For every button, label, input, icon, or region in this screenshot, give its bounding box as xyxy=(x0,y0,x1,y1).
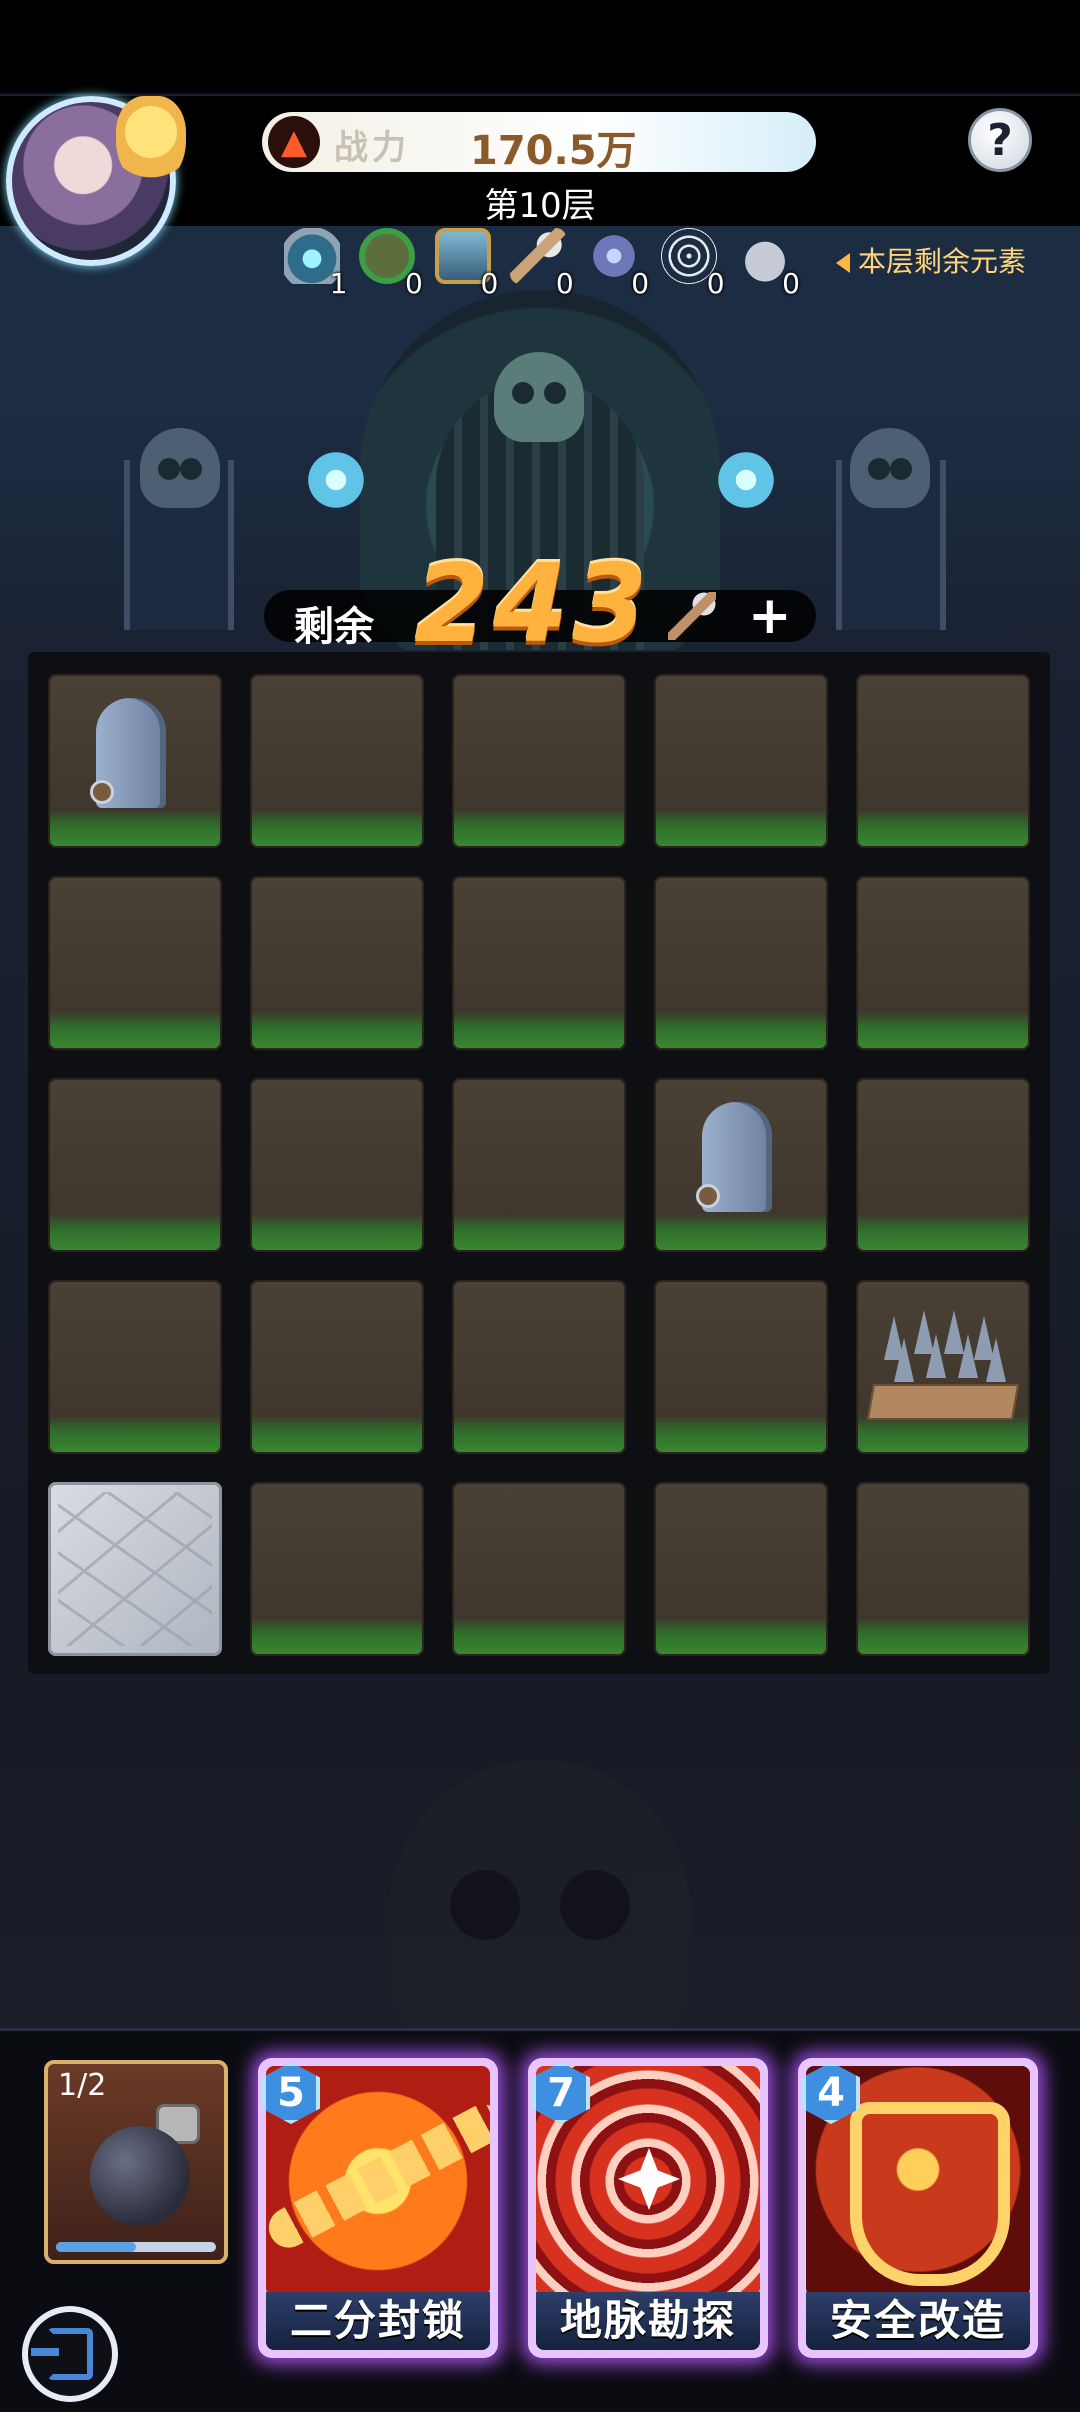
grid-tile-dirt[interactable] xyxy=(452,1280,626,1454)
remaining-elements-text: 本层剩余元素 xyxy=(858,245,1027,278)
remaining-label: 剩余 xyxy=(294,604,374,650)
bomb-icon xyxy=(90,2126,190,2226)
remaining-elements-label[interactable]: 本层剩余元素 xyxy=(836,240,1026,280)
element-rock[interactable]: 0 xyxy=(731,224,806,300)
add-pickaxe-button[interactable]: + xyxy=(748,586,792,646)
grid-tile-dirt[interactable] xyxy=(48,1280,222,1454)
grid-tile-dirt[interactable] xyxy=(48,876,222,1050)
skill-name: 二分封锁 xyxy=(266,2292,490,2350)
element-locked-chest[interactable]: 0 xyxy=(429,224,504,300)
bomb-progress-bar xyxy=(56,2242,216,2252)
grid-tile-stone[interactable] xyxy=(48,1482,222,1656)
grid-tile-dirt[interactable] xyxy=(856,1078,1030,1252)
floor-elements: 1 0 0 0 0 0 0 xyxy=(278,224,806,300)
grid-tile-dirt[interactable] xyxy=(654,1280,828,1454)
grid-tile-dirt[interactable] xyxy=(250,1482,424,1656)
grid-tile-dirt[interactable] xyxy=(250,876,424,1050)
exit-door-icon xyxy=(31,2328,93,2380)
spike-trap-icon xyxy=(866,1310,1020,1420)
remaining-value: 243 xyxy=(414,542,652,667)
bomb-progress-fill xyxy=(56,2242,136,2252)
grid-tile-dirt[interactable] xyxy=(452,674,626,848)
remaining-counter: 剩余 243 + xyxy=(264,542,816,667)
grid-tile-dirt[interactable] xyxy=(250,674,424,848)
floor-title: 第10层 xyxy=(484,186,596,226)
dig-grid xyxy=(28,652,1050,1674)
grid-tile-dirt[interactable] xyxy=(654,674,828,848)
grid-tile-dirt[interactable] xyxy=(856,674,1030,848)
element-count: 1 xyxy=(329,267,348,300)
exit-button[interactable] xyxy=(22,2306,118,2402)
tombstone-icon xyxy=(696,1102,772,1212)
grid-tile-tombstone[interactable] xyxy=(654,1078,828,1252)
grid-tile-dirt[interactable] xyxy=(654,876,828,1050)
grid-tile-dirt[interactable] xyxy=(250,1280,424,1454)
combat-power-bar: ▲ 战力 170.5万 xyxy=(262,112,816,174)
grid-tile-tombstone[interactable] xyxy=(48,674,222,848)
background-skull xyxy=(390,1760,690,2060)
tombstone-icon xyxy=(90,698,166,808)
element-count: 0 xyxy=(782,267,800,300)
element-portal[interactable]: 1 xyxy=(278,224,353,300)
skull-ornament-left xyxy=(140,428,220,508)
element-count: 0 xyxy=(480,267,499,300)
grid-tile-dirt[interactable] xyxy=(452,1482,626,1656)
grid-tile-dirt[interactable] xyxy=(856,876,1030,1050)
power-value: 170.5万 xyxy=(470,128,637,174)
grid-tile-dirt[interactable] xyxy=(654,1482,828,1656)
element-ban[interactable]: 0 xyxy=(353,224,428,300)
skill-name: 安全改造 xyxy=(806,2292,1030,2350)
torch-left xyxy=(296,450,376,510)
avatar-pet xyxy=(116,96,186,186)
bomb-item-card[interactable]: 1/2 xyxy=(44,2060,228,2264)
skill-card-safe-rebuild[interactable]: 4 安全改造 xyxy=(798,2058,1038,2358)
power-label: 战力 xyxy=(334,128,410,168)
element-shield-badge[interactable]: 0 xyxy=(580,224,655,300)
grid-tile-spikes[interactable] xyxy=(856,1280,1030,1454)
element-pickaxe[interactable]: 0 xyxy=(504,224,579,300)
torch-right xyxy=(706,450,786,510)
pickaxe-icon xyxy=(668,592,716,640)
grid-tile-dirt[interactable] xyxy=(452,1078,626,1252)
skull-ornament xyxy=(494,352,584,442)
skill-card-binary-lock[interactable]: 5 二分封锁 xyxy=(258,2058,498,2358)
skull-ornament-right xyxy=(850,428,930,508)
help-button[interactable]: ? xyxy=(968,108,1032,172)
game-screen: ▲ 战力 170.5万 ? 第10层 1 0 0 0 0 0 0 本层剩余元素 … xyxy=(0,0,1080,2412)
triangle-left-icon xyxy=(836,253,850,273)
element-count: 0 xyxy=(555,267,574,300)
element-spiderweb[interactable]: 0 xyxy=(655,224,730,300)
element-count: 0 xyxy=(706,267,725,300)
bomb-uses: 1/2 xyxy=(58,2068,107,2103)
grid-tile-dirt[interactable] xyxy=(48,1078,222,1252)
grid-tile-dirt[interactable] xyxy=(250,1078,424,1252)
skill-card-ley-survey[interactable]: 7 地脉勘探 xyxy=(528,2058,768,2358)
grid-tile-dirt[interactable] xyxy=(452,876,626,1050)
grid-tile-dirt[interactable] xyxy=(856,1482,1030,1656)
element-count: 0 xyxy=(631,267,650,300)
element-count: 0 xyxy=(405,267,423,300)
skill-name: 地脉勘探 xyxy=(536,2292,760,2350)
flame-icon: ▲ xyxy=(268,116,320,168)
